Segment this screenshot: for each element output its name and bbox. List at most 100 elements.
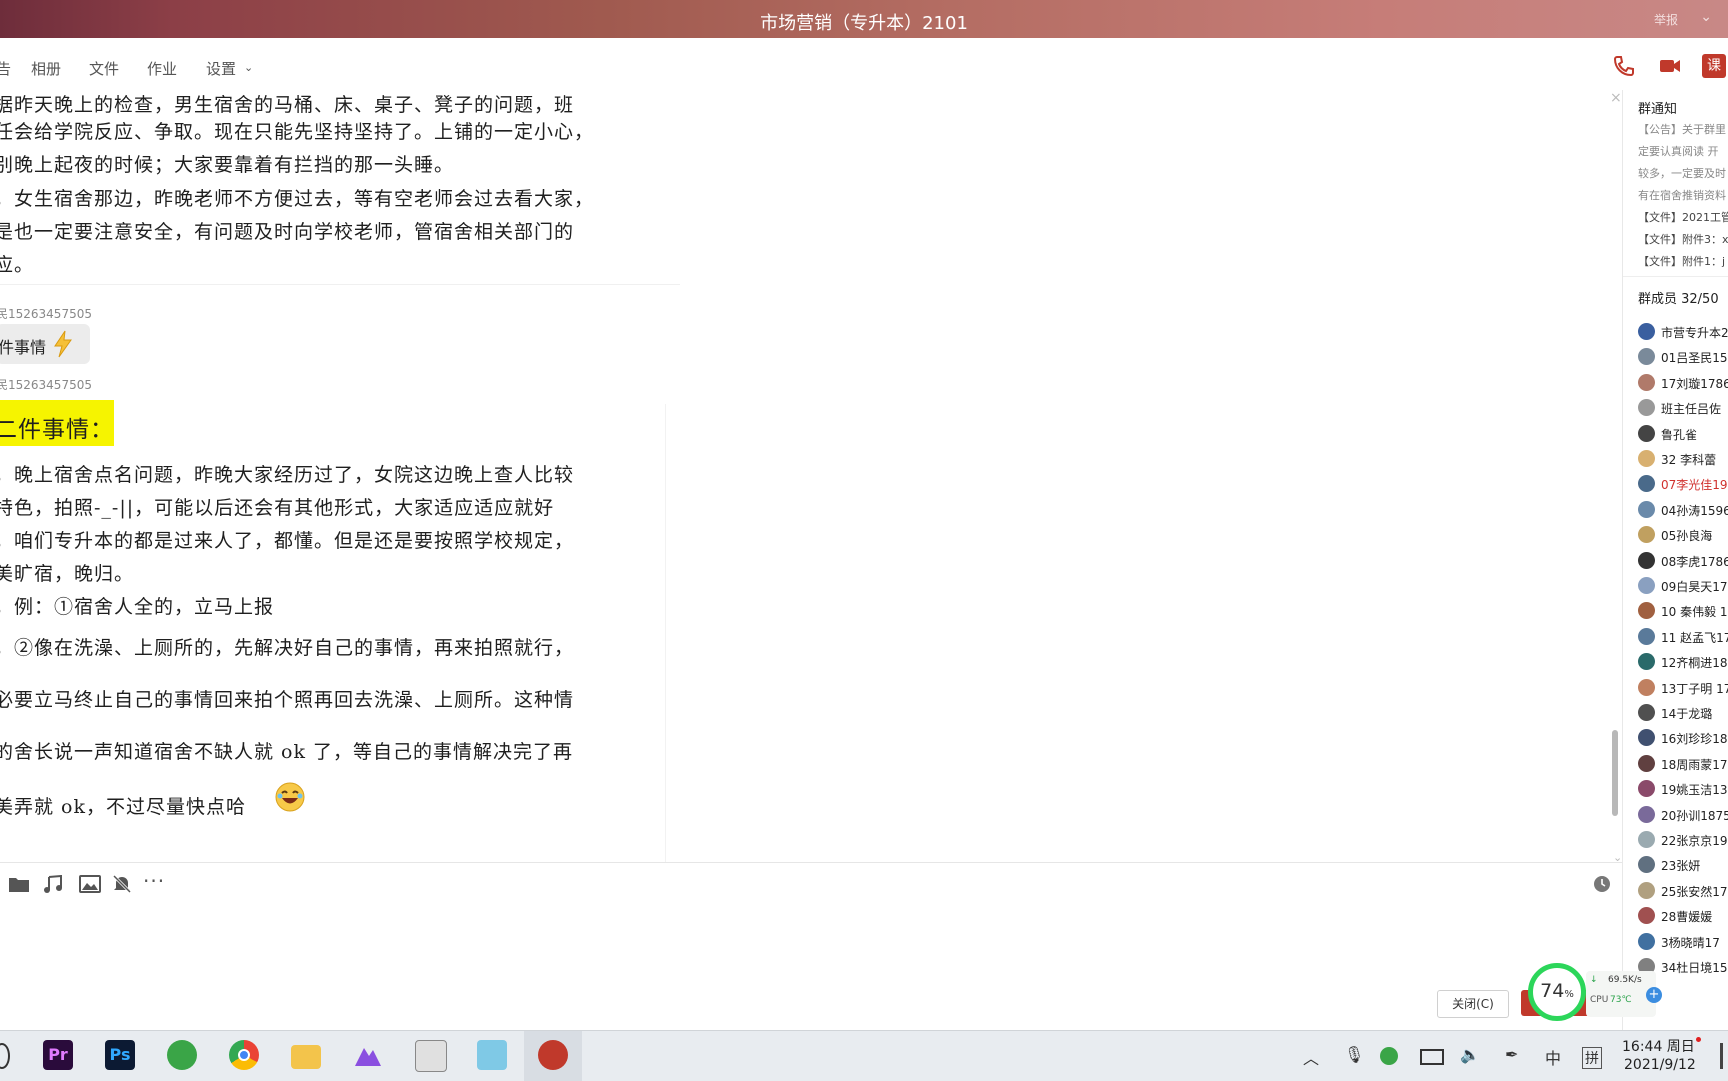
photoshop-icon[interactable]: Ps xyxy=(105,1040,135,1070)
member-item[interactable]: 28曹媛媛 xyxy=(1638,905,1728,927)
notice-item[interactable]: 有在宿舍推销资料 xyxy=(1638,187,1726,203)
divider xyxy=(1623,276,1728,277)
live-wallpaper-icon[interactable] xyxy=(477,1040,507,1070)
chat-scrollbar[interactable] xyxy=(1612,730,1618,816)
notice-item[interactable]: 【公告】关于群里 xyxy=(1638,121,1726,137)
member-item[interactable]: 12齐桐进18 xyxy=(1638,651,1728,673)
avatar xyxy=(1638,653,1655,671)
message-input-area[interactable]: ⌄ ··· 关闭(C) 74% ↓ 69.5K/s CPU 73℃ + xyxy=(0,851,1662,1031)
ime-chinese[interactable]: 中 xyxy=(1545,1045,1561,1069)
message-line: 特色，拍照-_-||，可能以后还会有其他形式，大家适应适应就好 xyxy=(0,497,555,519)
member-name: 市营专升本2 xyxy=(1661,326,1728,340)
chat-messages[interactable]: 据昨天晚上的检查，男生宿舍的马桶、床、桌子、凳子的问题，班 任会给学院反应、争取… xyxy=(0,90,1622,862)
tab-files[interactable]: 文件 xyxy=(89,58,119,79)
microphone-icon[interactable]: 🎙 xyxy=(1344,1045,1364,1064)
ie-browser-icon[interactable] xyxy=(167,1040,197,1070)
photos-icon[interactable] xyxy=(353,1040,383,1070)
file-explorer-icon[interactable] xyxy=(291,1045,321,1069)
video-call-icon[interactable] xyxy=(1658,54,1682,78)
member-item[interactable]: 04孙涛1596 xyxy=(1638,499,1728,521)
message-line: 美旷宿，晚归。 xyxy=(0,563,135,585)
member-name: 08李虎1786 xyxy=(1661,554,1728,569)
member-item[interactable]: 22张京京19 xyxy=(1638,829,1728,851)
clock-time[interactable]: 16:44 周日 xyxy=(1622,1036,1695,1056)
member-item[interactable]: 01吕圣民15 xyxy=(1638,346,1728,368)
folder-icon[interactable] xyxy=(8,875,30,893)
avatar xyxy=(1638,856,1655,874)
chevron-down-icon[interactable]: ⌄ xyxy=(1700,9,1712,25)
history-clock-icon[interactable] xyxy=(1593,875,1611,893)
phone-icon[interactable] xyxy=(1612,54,1636,78)
search-icon[interactable] xyxy=(0,1043,10,1069)
premiere-icon[interactable]: Pr xyxy=(43,1040,73,1070)
tab-settings[interactable]: 设置 xyxy=(206,58,236,79)
message-bubble: 件事情 xyxy=(0,324,90,364)
clock-date[interactable]: 2021/9/12 xyxy=(1624,1057,1696,1073)
notice-item[interactable]: 【文件】2021工管 xyxy=(1638,209,1728,225)
member-name: 20孙训1875 xyxy=(1661,808,1728,823)
member-name: 3杨晓晴17 xyxy=(1661,935,1720,950)
member-item[interactable]: 23张妍 xyxy=(1638,854,1728,876)
battery-icon[interactable] xyxy=(1420,1049,1444,1065)
member-item[interactable]: 13丁子明 17 xyxy=(1638,677,1728,699)
pen-icon[interactable]: ✒ xyxy=(1505,1045,1518,1064)
member-name: 34杜日境15 xyxy=(1661,961,1728,975)
taskbar-active-app[interactable] xyxy=(524,1031,582,1081)
member-name: 11 赵孟飞17 xyxy=(1661,630,1728,645)
member-item[interactable]: 班主任吕佐 xyxy=(1638,397,1728,419)
member-item[interactable]: 10 秦伟毅 1 xyxy=(1638,600,1728,622)
member-name: 鲁孔雀 xyxy=(1661,427,1698,442)
member-item[interactable]: 08李虎1786 xyxy=(1638,550,1728,572)
show-desktop-button[interactable] xyxy=(1720,1043,1723,1069)
member-item[interactable]: 20孙训1875 xyxy=(1638,804,1728,826)
chrome-icon[interactable] xyxy=(229,1040,259,1070)
member-item[interactable]: 14于龙璐 xyxy=(1638,702,1728,724)
member-item[interactable]: 11 赵孟飞17 xyxy=(1638,626,1728,648)
message-line: ，女生宿舍那边，昨晚老师不方便过去，等有空老师会过去看大家， xyxy=(0,188,595,210)
notice-item[interactable]: 【文件】附件3：x xyxy=(1638,231,1728,247)
member-item[interactable]: 18周雨蒙17 xyxy=(1638,753,1728,775)
member-item[interactable]: 25张安然17 xyxy=(1638,880,1728,902)
member-item[interactable]: 05孙良海 xyxy=(1638,524,1728,546)
close-button[interactable]: 关闭(C) xyxy=(1437,990,1509,1018)
lesson-button[interactable]: 课 xyxy=(1702,54,1726,78)
member-item[interactable]: 17刘璇1786 xyxy=(1638,372,1728,394)
member-item[interactable]: 09白昊天17 xyxy=(1638,575,1728,597)
plus-icon[interactable]: + xyxy=(1646,987,1662,1003)
member-item[interactable]: 19姚玉洁13 xyxy=(1638,778,1728,800)
notification-dot xyxy=(1696,1037,1701,1042)
member-item[interactable]: 市营专升本2 xyxy=(1638,321,1728,343)
tab-homework[interactable]: 作业 xyxy=(147,58,177,79)
member-item[interactable]: 16刘珍珍18 xyxy=(1638,727,1728,749)
chevron-up-icon[interactable]: ︿ xyxy=(1303,1045,1319,1069)
close-icon[interactable]: × xyxy=(1610,90,1622,106)
music-icon[interactable] xyxy=(43,875,63,893)
notice-item[interactable]: 【文件】附件1：j xyxy=(1638,253,1725,269)
notice-title: 群通知 xyxy=(1638,102,1678,117)
chevron-down-icon[interactable]: ⌄ xyxy=(244,61,253,74)
ime-pinyin[interactable]: 拼 xyxy=(1582,1047,1602,1069)
report-link[interactable]: 举报 xyxy=(1654,11,1678,28)
member-item[interactable]: 3杨晓晴17 xyxy=(1638,931,1728,953)
member-item[interactable]: 鲁孔雀 xyxy=(1638,423,1728,445)
member-item[interactable]: 07李光佳19 xyxy=(1638,473,1728,495)
tab-announcement[interactable]: 告 xyxy=(0,58,11,79)
tab-album[interactable]: 相册 xyxy=(31,58,61,79)
notice-item[interactable]: 较多，一定要及时 xyxy=(1638,165,1726,181)
sender-name[interactable]: 民15263457505 xyxy=(0,376,92,393)
member-name: 14于龙璐 xyxy=(1661,707,1713,721)
chevron-down-icon[interactable]: ⌄ xyxy=(1613,851,1622,864)
more-icon[interactable]: ··· xyxy=(143,869,165,893)
performance-monitor[interactable]: 74% xyxy=(1528,963,1586,1021)
avatar xyxy=(1638,602,1655,620)
app-window-icon[interactable] xyxy=(415,1040,447,1072)
security-icon[interactable] xyxy=(1380,1047,1398,1065)
volume-icon[interactable]: 🔈 xyxy=(1460,1045,1480,1064)
image-icon[interactable] xyxy=(79,875,101,893)
mute-bell-icon[interactable] xyxy=(112,874,132,894)
member-item[interactable]: 32 李科蕾 xyxy=(1638,448,1728,470)
message-line: 任会给学院反应、争取。现在只能先坚持坚持了。上铺的一定小心， xyxy=(0,121,595,143)
message-line: ，②像在洗澡、上厕所的，先解决好自己的事情，再来拍照就行， xyxy=(0,637,575,659)
notice-item[interactable]: 定要认真阅读 开 xyxy=(1638,143,1719,159)
sender-name[interactable]: 民15263457505 xyxy=(0,305,92,322)
